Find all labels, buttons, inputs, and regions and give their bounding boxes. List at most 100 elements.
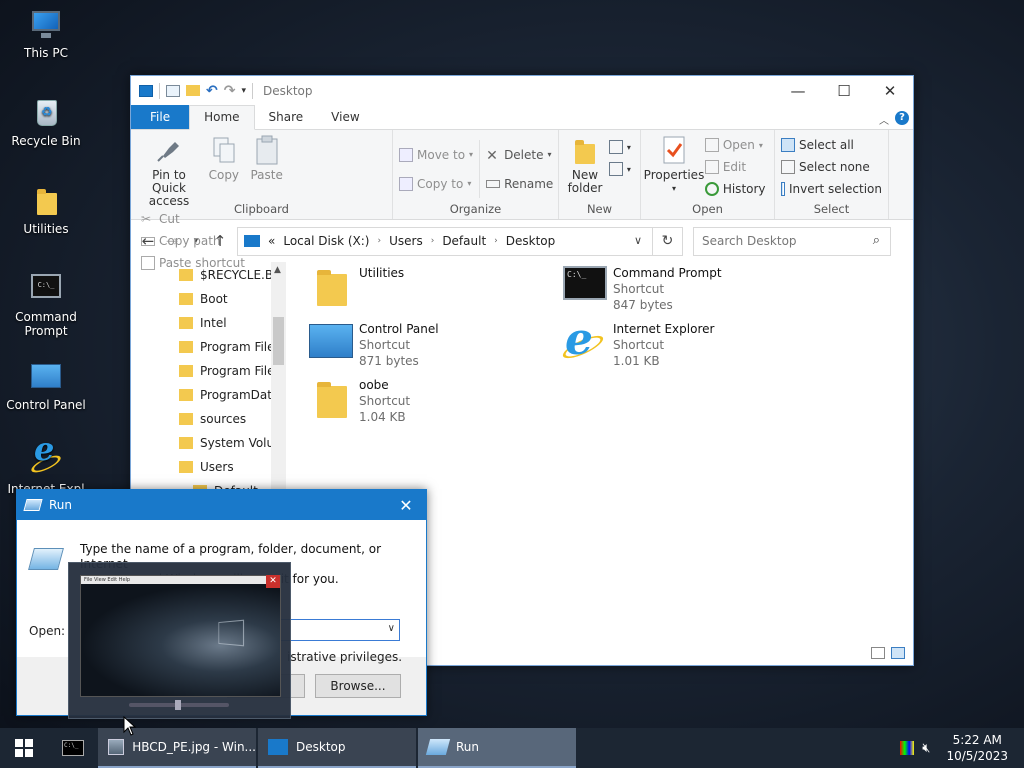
command-prompt-icon: C:\_: [29, 272, 63, 306]
scrollbar-thumb[interactable]: [273, 317, 284, 365]
copy-to-button[interactable]: Copy to ▾: [399, 169, 473, 198]
folder-icon: [179, 293, 193, 305]
location-computer-icon: [244, 235, 260, 247]
breadcrumb-users[interactable]: Users: [389, 234, 423, 248]
nav-item-users[interactable]: Users: [179, 460, 234, 474]
customize-qa-chevron-icon[interactable]: ▾: [241, 86, 246, 96]
new-folder-icon: [569, 134, 601, 166]
desktop-icon-recycle-bin[interactable]: Recycle Bin: [0, 96, 92, 148]
paste-button[interactable]: Paste: [247, 134, 287, 182]
select-none-button[interactable]: Select none: [781, 156, 882, 178]
nav-item-sources[interactable]: sources: [179, 412, 246, 426]
file-item-utilities[interactable]: Utilities: [301, 262, 541, 314]
file-type: Shortcut: [613, 338, 665, 352]
tab-home[interactable]: Home: [189, 105, 255, 130]
properties-icon: [658, 134, 690, 166]
display-settings-icon[interactable]: [900, 741, 915, 755]
chevron-down-icon[interactable]: ∨: [388, 623, 395, 634]
address-dropdown-icon[interactable]: ∨: [634, 234, 642, 247]
nav-item-program-files[interactable]: Program Files: [179, 340, 281, 354]
close-button[interactable]: ✕: [867, 82, 913, 100]
properties-button[interactable]: Properties ▾: [644, 134, 704, 195]
thumbnail-image[interactable]: File View Edit Help: [80, 575, 281, 697]
desktop-icon-utilities[interactable]: Utilities: [0, 184, 92, 236]
invert-selection-button[interactable]: Invert selection: [781, 178, 882, 200]
tab-file[interactable]: File: [131, 105, 190, 129]
copy-button[interactable]: Copy: [205, 134, 243, 182]
thumbnail-close-button[interactable]: ✕: [266, 575, 280, 588]
chevron-right-icon[interactable]: ›: [494, 236, 498, 246]
copy-path-label: Copy path: [159, 234, 221, 248]
tab-share[interactable]: Share: [255, 106, 318, 129]
rename-button[interactable]: Rename: [486, 169, 553, 198]
maximize-button[interactable]: ☐: [821, 82, 867, 100]
minimize-button[interactable]: —: [775, 82, 821, 100]
edit-button[interactable]: Edit: [704, 156, 766, 178]
browse-button[interactable]: Browse...: [315, 674, 401, 698]
select-all-button[interactable]: Select all: [781, 134, 882, 156]
easy-access-button[interactable]: ▾: [608, 158, 631, 180]
taskbar-thumbnail-preview[interactable]: File View Edit Help ✕: [68, 562, 291, 719]
undo-icon[interactable]: ↶: [206, 83, 218, 99]
properties-qa-icon[interactable]: [166, 84, 180, 97]
taskbar-app-desktop[interactable]: Desktop: [258, 728, 416, 768]
move-to-button[interactable]: Move to ▾: [399, 140, 473, 169]
address-bar[interactable]: « Local Disk (X:) › Users › Default › De…: [237, 226, 653, 256]
new-folder-qa-icon[interactable]: [186, 85, 200, 96]
explorer-app-icon: [139, 84, 153, 97]
scroll-up-icon[interactable]: ▲: [274, 265, 281, 275]
nav-item-system-volume[interactable]: System Volum: [179, 436, 286, 450]
breadcrumb-desktop[interactable]: Desktop: [506, 234, 556, 248]
address-overflow[interactable]: «: [268, 234, 275, 248]
desktop-icon-this-pc[interactable]: This PC: [0, 8, 92, 60]
desktop-icon-control-panel[interactable]: Control Panel: [0, 360, 92, 412]
file-item-control-panel[interactable]: Control Panel Shortcut 871 bytes: [301, 318, 541, 370]
desktop-icon-label: Utilities: [23, 222, 69, 236]
easy-access-icon: [608, 162, 623, 176]
volume-muted-icon[interactable]: 🔇︎: [922, 741, 930, 756]
taskbar-app-label: Desktop: [296, 740, 346, 754]
file-item-oobe[interactable]: oobe Shortcut 1.04 KB: [301, 374, 541, 426]
clock[interactable]: 5:22 AM 10/5/2023: [946, 732, 1008, 764]
file-size: 1.04 KB: [359, 410, 406, 424]
run-close-button[interactable]: ✕: [386, 496, 426, 515]
pin-to-quick-access-button[interactable]: Pin to Quick access: [137, 134, 201, 208]
search-box[interactable]: Search Desktop ⌕: [693, 226, 891, 256]
nav-item-recycle-bin[interactable]: $RECYCLE.BIN: [179, 268, 286, 282]
delete-button[interactable]: ✕ Delete ▾: [486, 140, 553, 169]
folder-icon: [179, 317, 193, 329]
nav-item-programdata[interactable]: ProgramData: [179, 388, 279, 402]
chevron-right-icon[interactable]: ›: [431, 236, 435, 246]
title-bar[interactable]: ↶ ↷ ▾ Desktop — ☐ ✕: [131, 76, 913, 105]
file-item-command-prompt[interactable]: C:\_ Command Prompt Shortcut 847 bytes: [555, 262, 795, 314]
breadcrumb-default[interactable]: Default: [442, 234, 486, 248]
move-to-label: Move to: [417, 147, 466, 162]
taskbar-app-run[interactable]: Run: [418, 728, 576, 768]
help-icon[interactable]: ?: [895, 111, 909, 125]
refresh-icon[interactable]: ↻: [653, 226, 683, 256]
nav-item-intel[interactable]: Intel: [179, 316, 227, 330]
nav-item-program-files-x86[interactable]: Program Files: [179, 364, 281, 378]
breadcrumb-local-disk[interactable]: Local Disk (X:): [283, 234, 369, 248]
ribbon-tabs: File Home Share View ︿ ?: [131, 105, 913, 130]
new-folder-button[interactable]: New folder: [565, 134, 605, 195]
start-button[interactable]: [0, 728, 48, 768]
copy-path-button[interactable]: Copy path: [141, 230, 245, 252]
taskbar-command-prompt[interactable]: C:\_: [48, 728, 98, 768]
history-button[interactable]: History: [704, 178, 766, 200]
redo-icon[interactable]: ↷: [224, 83, 236, 99]
run-title-bar[interactable]: Run ✕: [17, 490, 426, 520]
copy-to-icon: [399, 176, 413, 191]
desktop-icon-command-prompt[interactable]: C:\_ Command Prompt: [0, 272, 92, 338]
pin-icon: [153, 134, 185, 166]
nav-item-boot[interactable]: Boot: [179, 292, 228, 306]
new-item-button[interactable]: ▾: [608, 136, 631, 158]
large-icons-view-icon[interactable]: [891, 647, 905, 659]
chevron-right-icon[interactable]: ›: [377, 236, 381, 246]
taskbar-app-image-viewer[interactable]: HBCD_PE.jpg - Win...: [98, 728, 256, 768]
tab-view[interactable]: View: [317, 106, 373, 129]
open-button[interactable]: Open ▾: [704, 134, 766, 156]
collapse-ribbon-icon[interactable]: ︿: [879, 112, 889, 127]
file-item-internet-explorer[interactable]: e Internet Explorer Shortcut 1.01 KB: [555, 314, 795, 370]
details-view-icon[interactable]: [871, 647, 885, 659]
